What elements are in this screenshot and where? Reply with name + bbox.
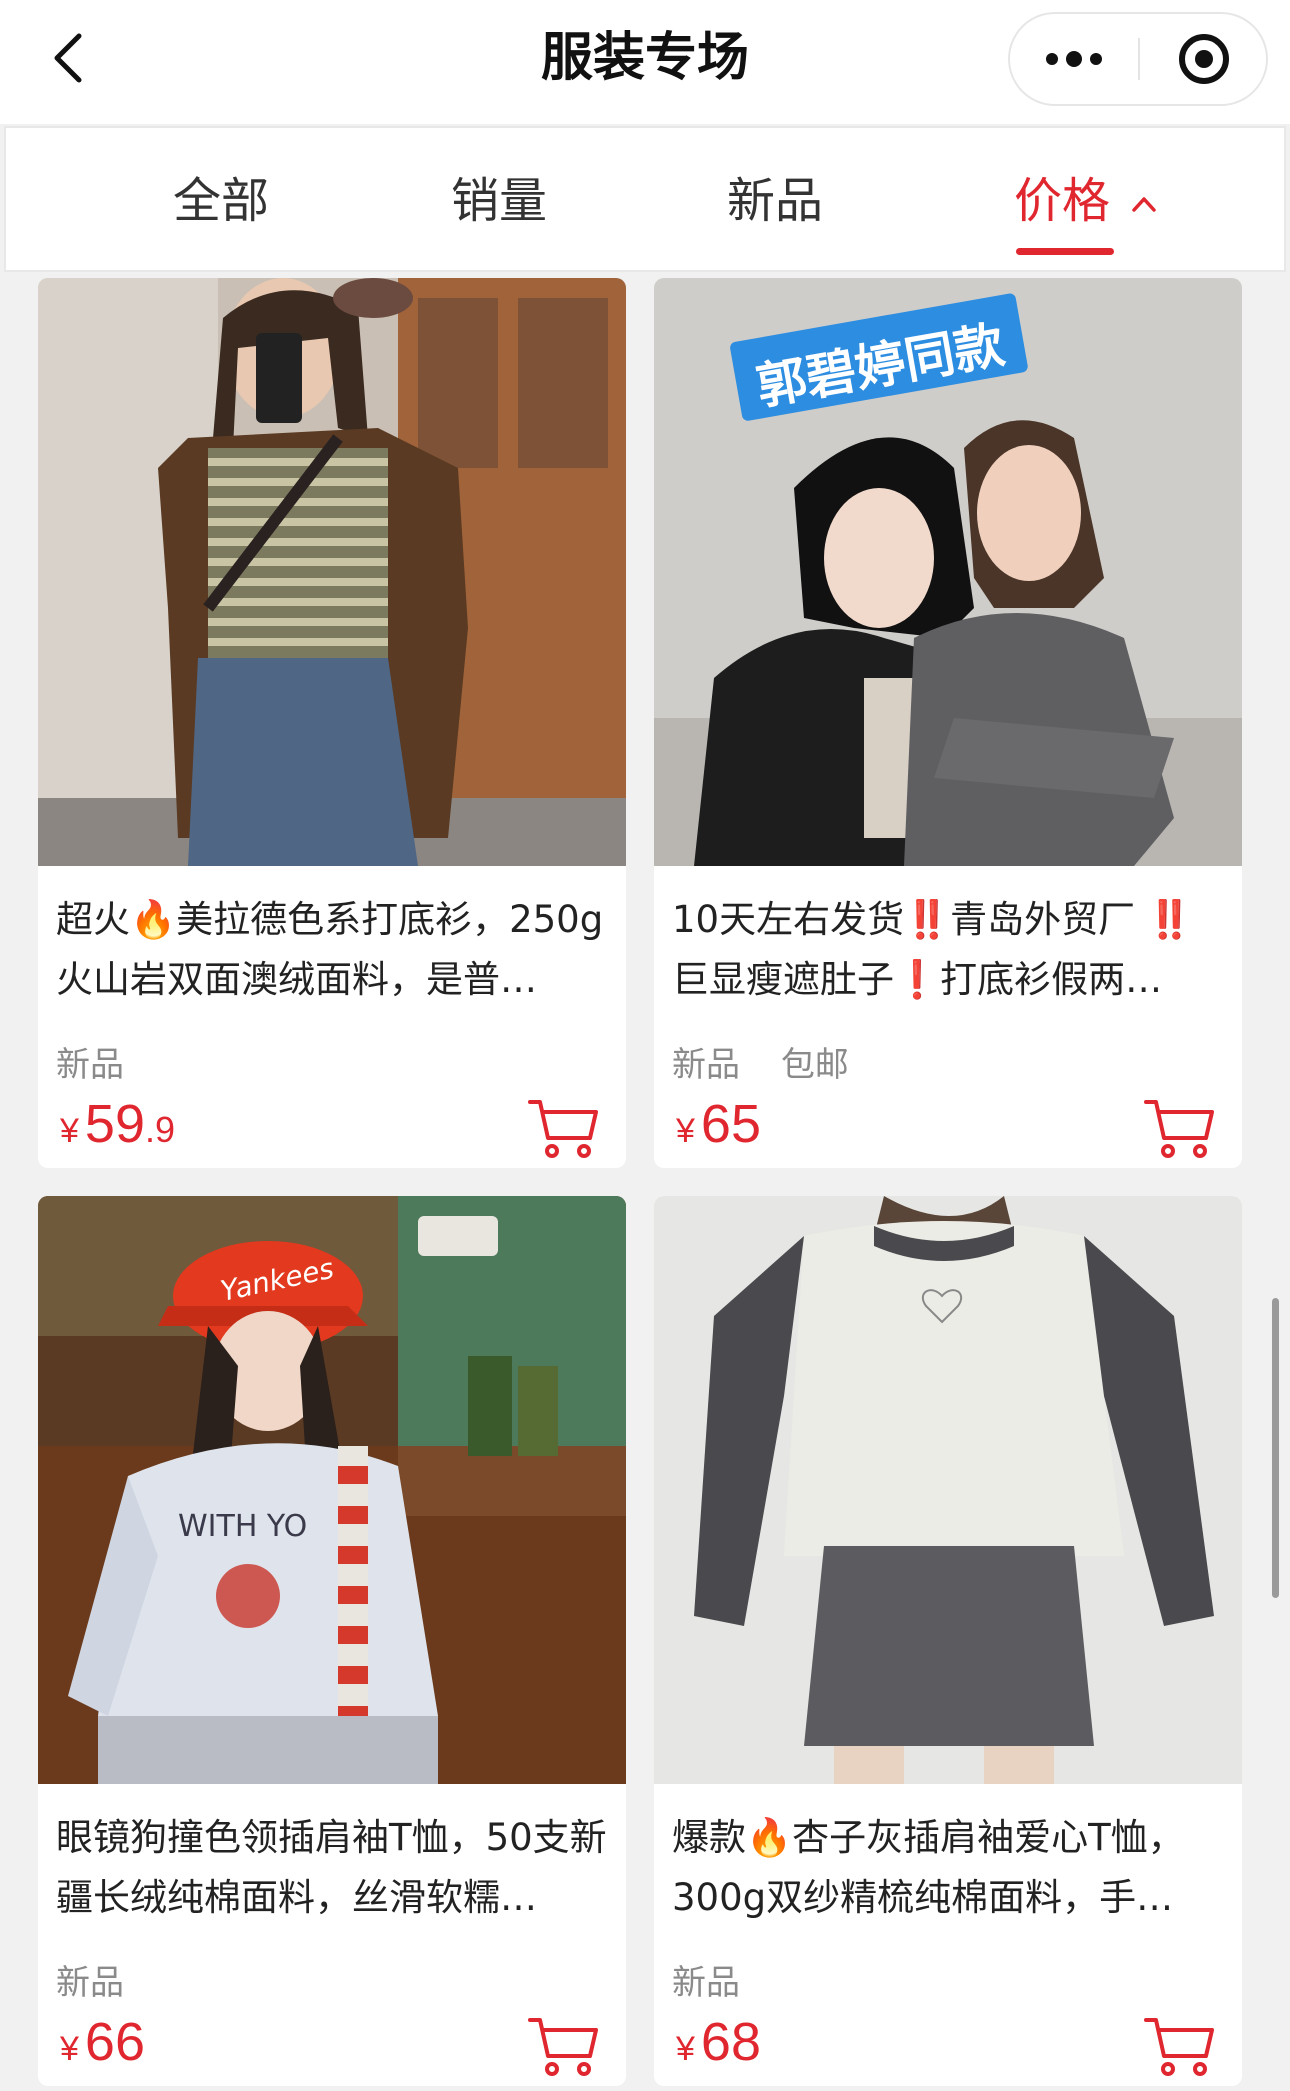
product-price: ¥59.9 bbox=[60, 1088, 175, 1160]
chevron-up-icon bbox=[1132, 197, 1157, 212]
cart-icon[interactable] bbox=[1144, 2014, 1216, 2078]
price-integer: 59 bbox=[84, 1094, 145, 1154]
more-dots-icon bbox=[1046, 51, 1102, 67]
tag-new: 新品 bbox=[56, 1963, 124, 2003]
tab-new[interactable]: 新品 bbox=[690, 166, 860, 236]
mini-program-capsule bbox=[1008, 12, 1268, 106]
tag-free-shipping: 包邮 bbox=[780, 1045, 849, 1085]
cart-icon[interactable] bbox=[1144, 1096, 1216, 1160]
product-tags: 新品 包邮 bbox=[672, 1040, 879, 1090]
tag-new: 新品 bbox=[672, 1963, 740, 2003]
product-price: ¥66 bbox=[60, 2006, 145, 2078]
tab-all[interactable]: 全部 bbox=[136, 166, 306, 236]
product-title: 超火🔥美拉德色系打底衫，250g火山岩双面澳绒面料，是普… bbox=[56, 898, 604, 1001]
currency-symbol: ¥ bbox=[676, 1112, 695, 1150]
product-price: ¥68 bbox=[676, 2006, 761, 2078]
cart-icon[interactable] bbox=[528, 2014, 600, 2078]
product-tags: 新品 bbox=[56, 1958, 154, 2008]
product-tags: 新品 bbox=[672, 1958, 770, 2008]
product-tags: 新品 bbox=[56, 1040, 154, 1090]
product-image[interactable] bbox=[654, 1196, 1242, 1784]
target-close-icon bbox=[1179, 34, 1229, 84]
product-card[interactable]: Yankees WITH YO 眼镜狗撞色领插肩袖T恤，50支新疆长绒纯棉面料，… bbox=[38, 1196, 626, 2086]
product-title: 10天左右发货‼️青岛外贸厂 ‼️巨显瘦遮肚子❗打底衫假两… bbox=[672, 898, 1193, 1001]
price-integer: 65 bbox=[700, 1094, 761, 1154]
tag-new: 新品 bbox=[56, 1045, 124, 1085]
tag-new: 新品 bbox=[672, 1045, 740, 1085]
product-card[interactable]: 超火🔥美拉德色系打底衫，250g火山岩双面澳绒面料，是普… 新品 ¥59.9 bbox=[38, 278, 626, 1168]
product-title: 眼镜狗撞色领插肩袖T恤，50支新疆长绒纯棉面料，丝滑软糯… bbox=[56, 1816, 607, 1919]
tab-price[interactable]: 价格 bbox=[1014, 166, 1174, 236]
cart-icon[interactable] bbox=[528, 1096, 600, 1160]
svg-text:WITH YO: WITH YO bbox=[178, 1509, 307, 1544]
more-button[interactable] bbox=[1010, 14, 1138, 104]
tab-price-label: 价格 bbox=[1014, 173, 1111, 229]
close-mini-program-button[interactable] bbox=[1142, 14, 1266, 104]
product-title: 爆款🔥杏子灰插肩袖爱心T恤，300g双纱精梳纯棉面料，手… bbox=[672, 1816, 1185, 1919]
product-card[interactable]: 爆款🔥杏子灰插肩袖爱心T恤，300g双纱精梳纯棉面料，手… 新品 ¥68 bbox=[654, 1196, 1242, 2086]
product-image[interactable]: Yankees WITH YO bbox=[38, 1196, 626, 1784]
product-image[interactable] bbox=[38, 278, 626, 866]
active-tab-indicator bbox=[1016, 248, 1114, 255]
price-integer: 68 bbox=[700, 2012, 761, 2072]
top-nav-bar: 服装专场 bbox=[0, 0, 1290, 124]
currency-symbol: ¥ bbox=[676, 2030, 695, 2068]
capsule-divider bbox=[1138, 38, 1140, 80]
tab-sales[interactable]: 销量 bbox=[414, 166, 584, 236]
price-integer: 66 bbox=[84, 2012, 145, 2072]
sort-tab-bar: 全部 销量 新品 价格 bbox=[4, 126, 1286, 272]
currency-symbol: ¥ bbox=[60, 2030, 79, 2068]
product-price: ¥65 bbox=[676, 1088, 761, 1160]
price-decimal: .9 bbox=[145, 1109, 176, 1150]
product-card[interactable]: 郭碧婷同款 10天左右发货‼️青岛外贸厂 ‼️巨显瘦遮肚子❗打底衫假两… 新品 … bbox=[654, 278, 1242, 1168]
currency-symbol: ¥ bbox=[60, 1112, 79, 1150]
scrollbar[interactable] bbox=[1272, 1298, 1279, 1598]
product-image[interactable]: 郭碧婷同款 bbox=[654, 278, 1242, 866]
